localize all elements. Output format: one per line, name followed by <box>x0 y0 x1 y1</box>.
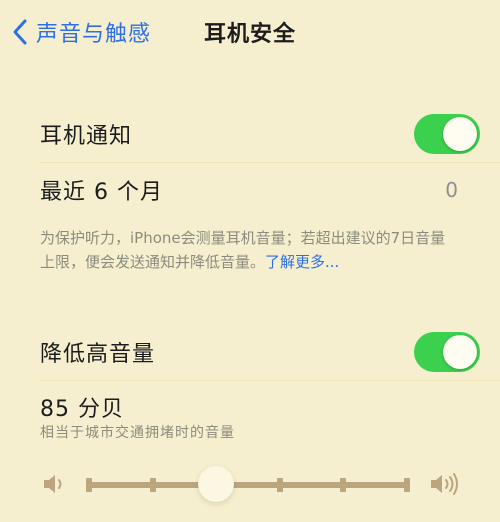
page-title: 耳机安全 <box>203 22 296 47</box>
divider <box>40 162 500 163</box>
reduce-loud-audio-toggle[interactable] <box>414 332 480 372</box>
slider-tick <box>149 478 156 492</box>
learn-more-link[interactable]: 了解更多... <box>265 253 339 271</box>
volume-limit-slider[interactable] <box>40 460 460 510</box>
headphone-notifications-toggle[interactable] <box>414 114 480 154</box>
slider-tick <box>404 478 410 492</box>
headphone-notifications-label: 耳机通知 <box>40 124 133 149</box>
toggle-knob <box>443 335 477 369</box>
speaker-high-icon <box>431 473 458 495</box>
slider-tick <box>86 478 92 492</box>
speaker-low-icon <box>44 475 62 493</box>
section-footer: 为保护听力，iPhone会测量耳机音量；若超出建议的7日音量上限，便会发送通知并… <box>40 226 460 274</box>
reduce-loud-audio-row: 降低高音量 <box>0 330 500 374</box>
reduce-loud-audio-label: 降低高音量 <box>40 342 156 367</box>
slider-tick <box>276 478 283 492</box>
last-6-months-value: 0 <box>445 178 458 202</box>
headphone-notifications-row: 耳机通知 <box>0 112 500 156</box>
slider-tick <box>340 478 347 492</box>
toggle-knob <box>443 117 477 151</box>
footer-text: 为保护听力，iPhone会测量耳机音量；若超出建议的7日音量上限，便会发送通知并… <box>40 229 446 271</box>
level-value: 85 分贝 <box>40 397 124 422</box>
level-row: 85 分贝 <box>0 392 500 422</box>
last-6-months-label: 最近 6 个月 <box>40 180 163 205</box>
slider-track[interactable] <box>86 466 410 502</box>
divider <box>40 380 500 381</box>
level-description: 相当于城市交通拥堵时的音量 <box>40 425 235 441</box>
navigation-bar: 声音与触感 耳机安全 <box>0 0 500 64</box>
last-6-months-row[interactable]: 最近 6 个月 0 <box>0 170 500 210</box>
slider-thumb[interactable] <box>198 466 235 502</box>
